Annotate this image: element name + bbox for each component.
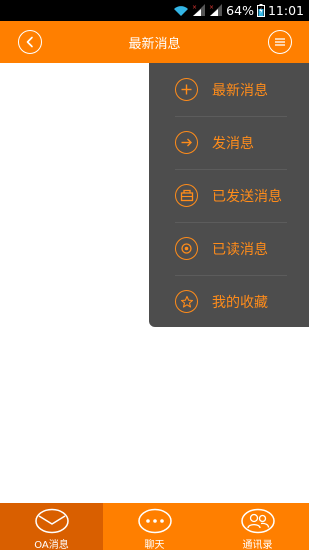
- tab-chat[interactable]: 聊天: [103, 503, 206, 550]
- arrow-right-icon: [175, 131, 198, 154]
- signal-icon: ×: [192, 4, 206, 17]
- tab-label: 通讯录: [242, 540, 273, 550]
- chat-bubble-icon: [137, 508, 173, 534]
- menu-item-label: 已读消息: [212, 242, 268, 258]
- menu-item-sent[interactable]: 已发送消息: [149, 169, 309, 222]
- chevron-left-icon: [26, 36, 33, 48]
- tab-label: OA消息: [34, 540, 69, 550]
- menu-item-label: 最新消息: [212, 83, 268, 99]
- status-bar: × × 64% 11:01: [0, 0, 309, 21]
- svg-text:×: ×: [192, 4, 197, 11]
- menu-lines-icon: [275, 38, 285, 46]
- menu-item-label: 已发送消息: [212, 189, 282, 205]
- menu-item-label: 我的收藏: [212, 295, 268, 311]
- tab-bar: OA消息 聊天 通讯录: [0, 503, 309, 550]
- battery-percent: 64%: [226, 3, 254, 18]
- eye-icon: [175, 237, 198, 260]
- menu-item-favorites[interactable]: 我的收藏: [149, 275, 309, 328]
- tab-contacts[interactable]: 通讯录: [206, 503, 309, 550]
- dropdown-menu: 最新消息 发消息 已发送消息 已读消息 我的收藏: [149, 63, 309, 327]
- wifi-icon: [173, 5, 189, 17]
- plus-icon: [175, 78, 198, 101]
- contacts-icon: [240, 508, 276, 534]
- menu-item-read[interactable]: 已读消息: [149, 222, 309, 275]
- tab-label: 聊天: [144, 540, 165, 550]
- outbox-icon: [175, 184, 198, 207]
- menu-item-send[interactable]: 发消息: [149, 116, 309, 169]
- menu-button[interactable]: [268, 30, 292, 54]
- signal-icon: ×: [209, 4, 223, 17]
- clock: 11:01: [267, 3, 304, 18]
- top-bar: 最新消息: [0, 21, 309, 63]
- page-title: 最新消息: [128, 36, 181, 52]
- menu-item-label: 发消息: [212, 136, 254, 152]
- star-icon: [175, 290, 198, 313]
- envelope-icon: [34, 508, 70, 534]
- back-button[interactable]: [18, 30, 42, 54]
- tab-oa-messages[interactable]: OA消息: [0, 503, 103, 550]
- svg-text:×: ×: [209, 4, 214, 11]
- battery-icon: [256, 4, 265, 17]
- menu-item-latest[interactable]: 最新消息: [149, 63, 309, 116]
